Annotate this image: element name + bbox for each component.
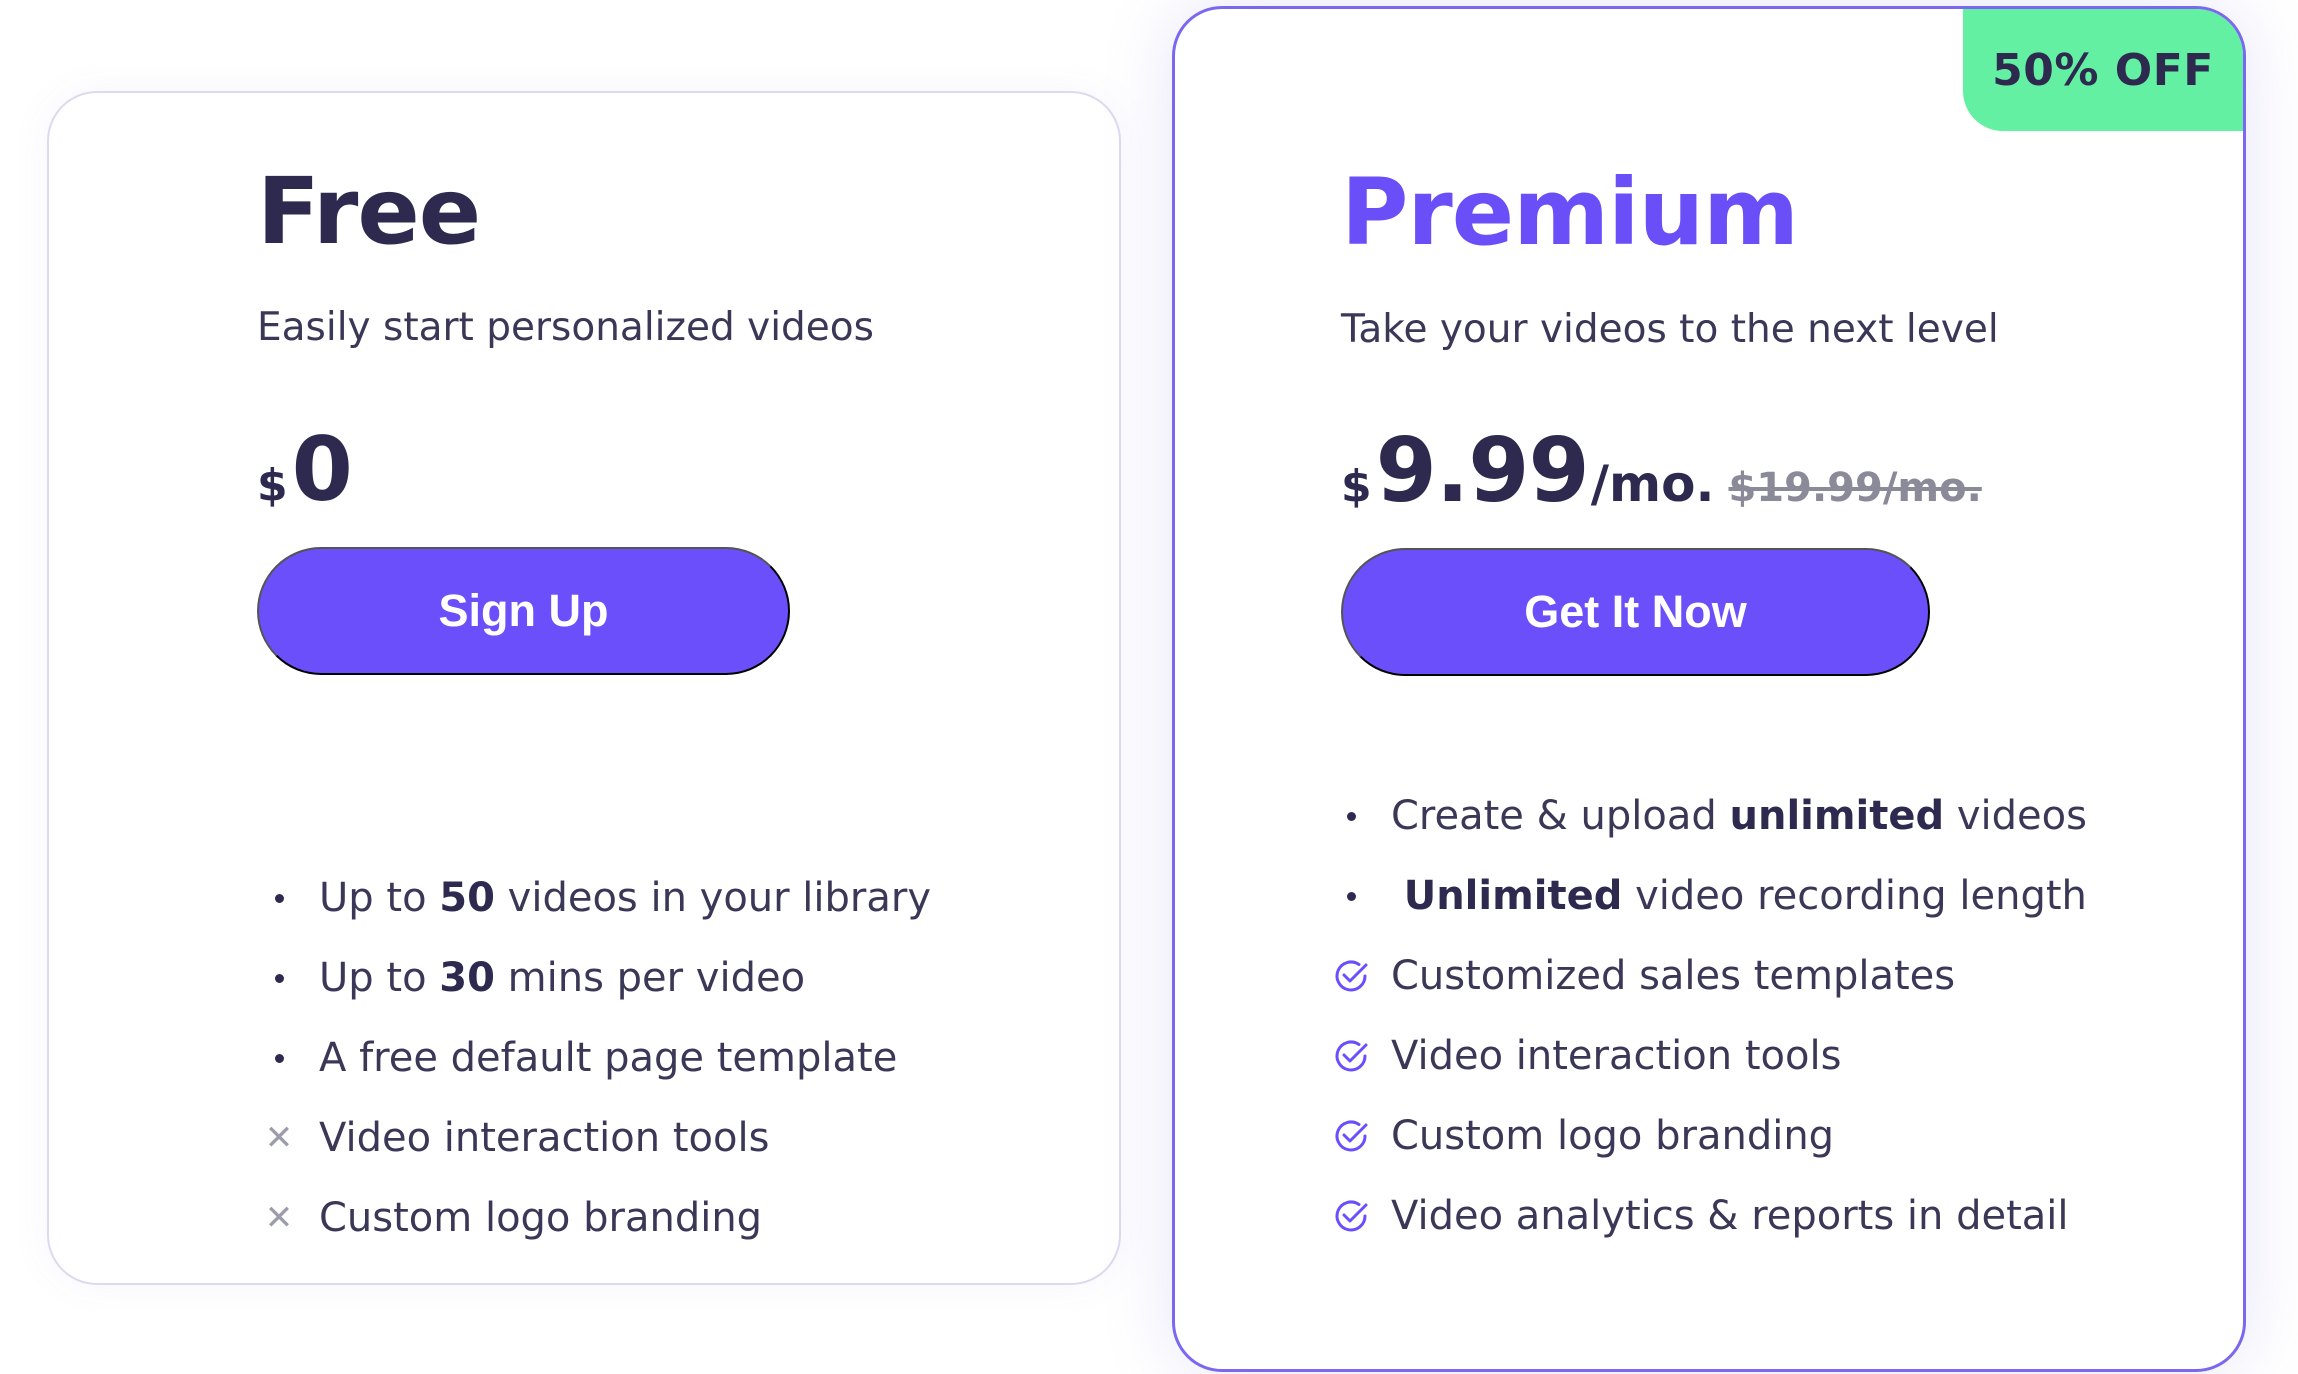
plan-title: Free bbox=[257, 158, 481, 265]
check-icon bbox=[1329, 1194, 1373, 1238]
currency-symbol: $ bbox=[257, 460, 288, 511]
bullet-icon bbox=[1329, 874, 1373, 918]
price-amount: 9.99 bbox=[1375, 419, 1590, 522]
feature-list: Create & upload unlimited videos Unlimit… bbox=[1329, 776, 2087, 1256]
feature-item: A free default page template bbox=[257, 1018, 931, 1098]
feature-text: A free default page template bbox=[319, 1035, 898, 1081]
feature-text: Customized sales templates bbox=[1391, 953, 1956, 999]
get-it-now-button[interactable]: Get It Now bbox=[1341, 548, 1930, 676]
cross-icon: ✕ bbox=[264, 1198, 294, 1238]
feature-item: Up to 30 mins per video bbox=[257, 938, 931, 1018]
free-plan-card: Free Easily start personalized videos $ … bbox=[47, 91, 1121, 1285]
bullet-icon bbox=[257, 876, 301, 920]
bullet-icon bbox=[257, 956, 301, 1000]
feature-text: Video interaction tools bbox=[319, 1115, 770, 1161]
feature-item-excluded: ✕ Video interaction tools bbox=[257, 1098, 931, 1178]
premium-plan-card: 50% OFF Premium Take your videos to the … bbox=[1172, 6, 2246, 1372]
check-icon bbox=[1329, 1034, 1373, 1078]
bullet-icon bbox=[1329, 794, 1373, 838]
price-amount: 0 bbox=[291, 418, 353, 521]
feature-text: Up to 50 videos in your library bbox=[319, 875, 931, 921]
plan-tagline: Take your videos to the next level bbox=[1341, 307, 1999, 352]
check-icon bbox=[1329, 954, 1373, 998]
plan-title: Premium bbox=[1341, 159, 1799, 266]
feature-text: Video interaction tools bbox=[1391, 1033, 1842, 1079]
price-period: /mo. bbox=[1590, 455, 1715, 513]
feature-item-included: Video interaction tools bbox=[1329, 1016, 2087, 1096]
feature-list: Up to 50 videos in your library Up to 30… bbox=[257, 858, 931, 1258]
feature-item-included: Customized sales templates bbox=[1329, 936, 2087, 1016]
feature-text: Video analytics & reports in detail bbox=[1391, 1193, 2069, 1239]
cross-icon: ✕ bbox=[264, 1118, 294, 1158]
check-icon bbox=[1329, 1114, 1373, 1158]
feature-item: Create & upload unlimited videos bbox=[1329, 776, 2087, 856]
feature-text: Custom logo branding bbox=[319, 1195, 763, 1241]
sign-up-button[interactable]: Sign Up bbox=[257, 547, 790, 675]
feature-text: Custom logo branding bbox=[1391, 1113, 1835, 1159]
currency-symbol: $ bbox=[1341, 461, 1372, 512]
feature-text: Create & upload unlimited videos bbox=[1391, 793, 2087, 839]
bullet-icon bbox=[257, 1036, 301, 1080]
feature-item-excluded: ✕ Custom logo branding bbox=[257, 1178, 931, 1258]
feature-item: Unlimited video recording length bbox=[1329, 856, 2087, 936]
feature-item-included: Custom logo branding bbox=[1329, 1096, 2087, 1176]
feature-item: Up to 50 videos in your library bbox=[257, 858, 931, 938]
discount-badge: 50% OFF bbox=[1963, 9, 2243, 131]
plan-price: $ 9.99 /mo. $19.99/mo. bbox=[1341, 419, 1982, 522]
original-price: $19.99/mo. bbox=[1728, 465, 1982, 511]
feature-text: Unlimited video recording length bbox=[1403, 873, 2087, 919]
plan-tagline: Easily start personalized videos bbox=[257, 305, 874, 350]
feature-text: Up to 30 mins per video bbox=[319, 955, 806, 1001]
plan-price: $ 0 bbox=[257, 418, 353, 521]
feature-item-included: Video analytics & reports in detail bbox=[1329, 1176, 2087, 1256]
